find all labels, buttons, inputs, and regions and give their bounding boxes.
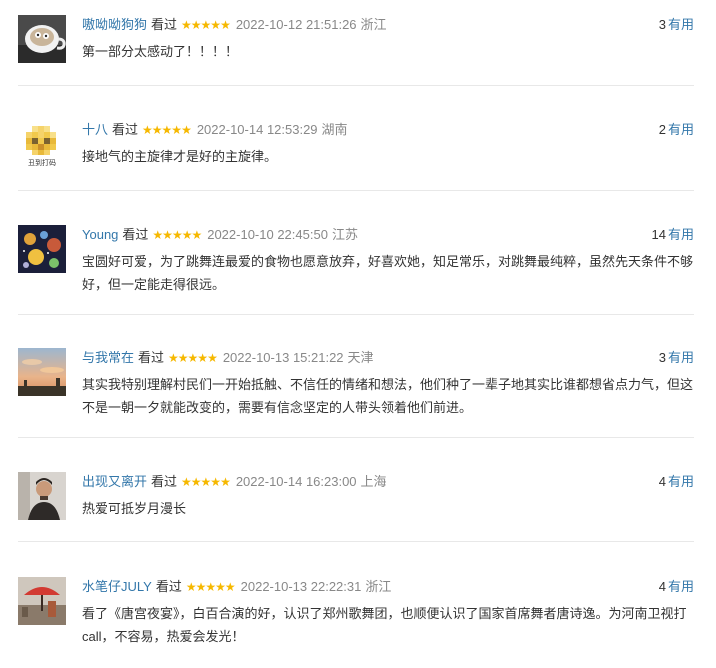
divider [18, 541, 694, 542]
umbrella-street-avatar-icon [18, 577, 66, 625]
useful-button[interactable]: 有用 [668, 122, 694, 137]
username-link[interactable]: 十八 [82, 122, 108, 137]
username-link[interactable]: 与我常在 [82, 350, 134, 365]
review-time: 2022-10-14 16:23:00 [235, 474, 357, 489]
rating-stars-icon: ★★★★★ [181, 475, 231, 489]
useful-button[interactable]: 有用 [668, 579, 694, 594]
review-time: 2022-10-12 21:51:26 [235, 17, 357, 32]
review-location: 上海 [360, 474, 387, 489]
avatar[interactable] [18, 15, 66, 63]
useful-vote: 3 有用 [659, 16, 694, 34]
avatar[interactable]: 丑到打码 [18, 120, 66, 168]
pixelated-emoji-avatar-icon: 丑到打码 [18, 120, 66, 168]
avatar-caption: 丑到打码 [28, 158, 56, 167]
useful-count: 3 [658, 17, 666, 32]
divider [18, 190, 694, 191]
rating-stars-icon: ★★★★★ [185, 580, 236, 594]
review-meta: 水笔仔JULY 看过 ★★★★★ 2022-10-13 22:22:31 浙江 [82, 578, 391, 596]
review-meta: 与我常在 看过 ★★★★★ 2022-10-13 15:21:22 天津 [82, 349, 374, 367]
useful-vote: 3 有用 [659, 349, 694, 367]
useful-count: 14 [651, 227, 666, 242]
review-content: 看了《唐宫夜宴》，白百合演的好，认识了郑州歌舞团，也顺便认识了国家首席舞者唐诗逸… [82, 606, 687, 644]
coffee-cup-avatar-icon [18, 15, 66, 63]
useful-button[interactable]: 有用 [668, 474, 694, 489]
review-content: 第一部分太感动了！！！！ [82, 44, 239, 59]
watch-status: 看过 [112, 122, 139, 137]
useful-count: 4 [658, 579, 666, 594]
divider [18, 85, 694, 86]
useful-vote: 14 有用 [652, 226, 694, 244]
review-time: 2022-10-13 22:22:31 [240, 579, 362, 594]
review-time: 2022-10-10 22:45:50 [207, 227, 328, 242]
review-meta: Young 看过 ★★★★★ 2022-10-10 22:45:50 江苏 [82, 226, 358, 244]
useful-vote: 4 有用 [659, 473, 694, 491]
rating-stars-icon: ★★★★★ [181, 18, 231, 32]
review-meta: 出现又离开 看过 ★★★★★ 2022-10-14 16:23:00 上海 [82, 473, 387, 491]
avatar[interactable] [18, 472, 66, 520]
divider [18, 314, 694, 315]
username-link[interactable]: 水笔仔JULY [82, 579, 152, 594]
watch-status: 看过 [155, 579, 182, 594]
watch-status: 看过 [122, 227, 149, 242]
review-content: 接地气的主旋律才是好的主旋律。 [82, 149, 278, 164]
review-location: 浙江 [365, 579, 392, 594]
username-link[interactable]: 出现又离开 [82, 474, 147, 489]
avatar[interactable] [18, 348, 66, 396]
useful-count: 3 [658, 350, 666, 365]
useful-button[interactable]: 有用 [668, 17, 694, 32]
review-meta: 十八 看过 ★★★★★ 2022-10-14 12:53:29 湖南 [82, 121, 348, 139]
review-content: 宝圆好可爱，为了跳舞连最爱的食物也愿意放弃，好喜欢她，知足常乐，对跳舞最纯粹，虽… [82, 254, 694, 292]
useful-vote: 2 有用 [659, 121, 694, 139]
person-avatar-icon [18, 472, 66, 520]
planets-avatar-icon [18, 225, 66, 273]
review-content: 热爱可抵岁月漫长 [82, 501, 187, 516]
rating-stars-icon: ★★★★★ [142, 123, 192, 137]
watch-status: 看过 [151, 17, 178, 32]
review-meta: 嗷呦呦狗狗 看过 ★★★★★ 2022-10-12 21:51:26 浙江 [82, 16, 387, 34]
rating-stars-icon: ★★★★★ [152, 228, 202, 242]
avatar[interactable] [18, 225, 66, 273]
avatar[interactable] [18, 577, 66, 625]
useful-count: 4 [658, 474, 666, 489]
review-content: 其实我特别理解村民们一开始抵触、不信任的情绪和想法，他们种了一辈子地其实比谁都想… [82, 377, 694, 415]
watch-status: 看过 [151, 474, 178, 489]
sunset-sky-avatar-icon [18, 348, 66, 396]
review-location: 江苏 [331, 227, 358, 242]
username-link[interactable]: Young [82, 227, 118, 242]
useful-count: 2 [658, 122, 666, 137]
useful-vote: 4 有用 [659, 578, 694, 596]
review-time: 2022-10-14 12:53:29 [196, 122, 318, 137]
useful-button[interactable]: 有用 [668, 350, 694, 365]
review-location: 天津 [347, 350, 374, 365]
watch-status: 看过 [138, 350, 165, 365]
username-link[interactable]: 嗷呦呦狗狗 [82, 17, 147, 32]
review-time: 2022-10-13 15:21:22 [222, 350, 344, 365]
rating-stars-icon: ★★★★★ [168, 351, 218, 365]
divider [18, 437, 694, 438]
useful-button[interactable]: 有用 [668, 227, 694, 242]
review-location: 浙江 [360, 17, 387, 32]
review-location: 湖南 [321, 122, 348, 137]
